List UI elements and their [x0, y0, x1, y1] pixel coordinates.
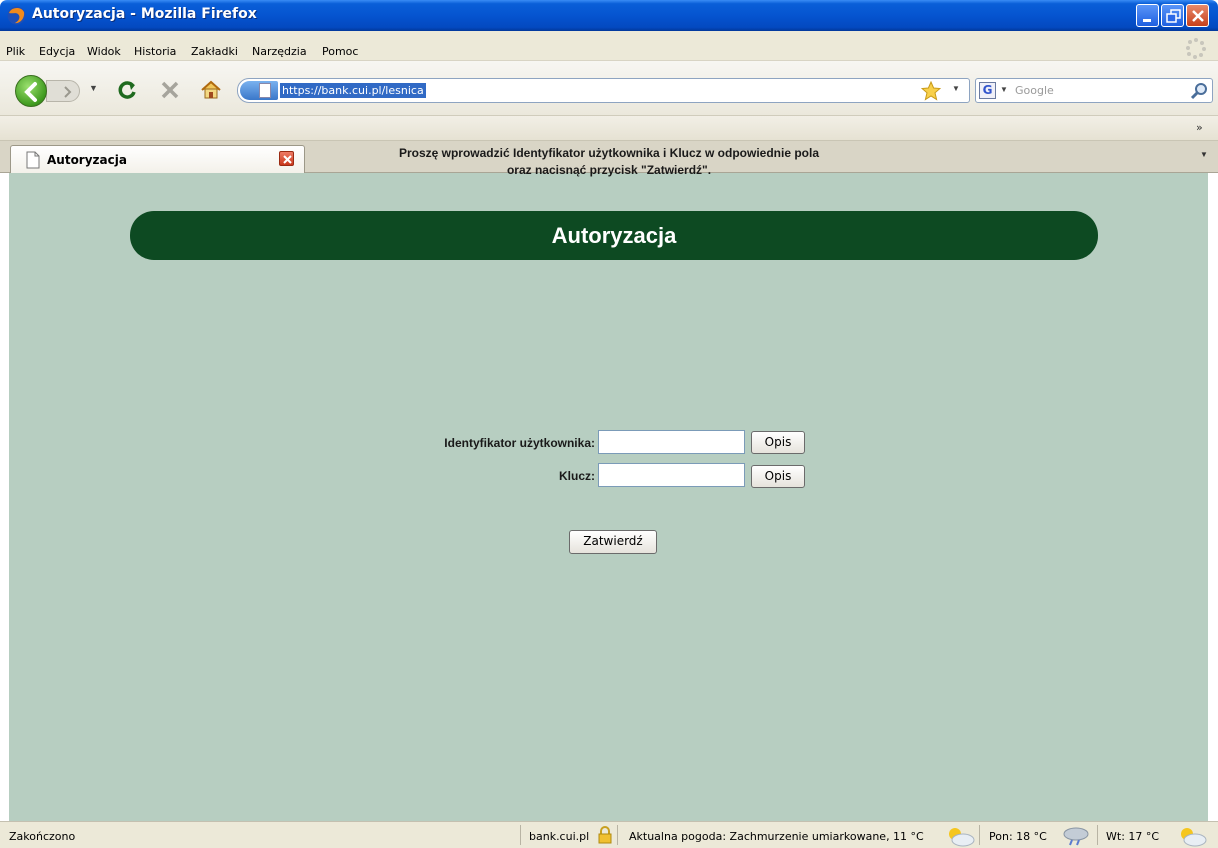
search-engine-icon[interactable]: G [979, 82, 996, 99]
menu-history[interactable]: Historia [134, 45, 176, 58]
partly-cloudy-icon [1181, 828, 1207, 847]
partly-cloudy-icon [949, 828, 975, 847]
weather-tuesday[interactable]: Wt: 17 °C [1106, 830, 1159, 843]
lock-icon[interactable] [597, 825, 613, 845]
menu-bookmarks[interactable]: Zakładki [191, 45, 238, 58]
url-dropdown-icon[interactable]: ▼ [952, 84, 960, 93]
key-label: Klucz: [559, 469, 595, 483]
search-icon[interactable] [1189, 81, 1209, 101]
back-icon [24, 82, 37, 102]
user-id-help-button[interactable]: Opis [751, 431, 805, 454]
stop-icon[interactable] [160, 80, 180, 100]
menu-bar: Plik Edycja Widok Historia Zakładki Narz… [0, 31, 1218, 61]
rain-icon [1063, 827, 1089, 846]
instruction-line-1: Proszę wprowadzić Identyfikator użytkown… [398, 146, 820, 160]
status-bar: Zakończono bank.cui.pl Aktualna pogoda: … [0, 821, 1218, 848]
weather-monday[interactable]: Pon: 18 °C [989, 830, 1047, 843]
forward-icon [64, 86, 72, 98]
menu-tools[interactable]: Narzędzia [252, 45, 307, 58]
status-separator [1097, 825, 1098, 845]
menu-view[interactable]: Widok [87, 45, 121, 58]
window-title: Autoryzacja - Mozilla Firefox [32, 6, 257, 22]
search-engine-dropdown-icon[interactable]: ▼ [1000, 85, 1008, 94]
forward-button[interactable] [46, 80, 80, 102]
maximize-icon [1166, 9, 1181, 23]
menu-help[interactable]: Pomoc [322, 45, 358, 58]
menu-edit[interactable]: Edycja [39, 45, 75, 58]
instruction-text: Proszę wprowadzić Identyfikator użytkown… [0, 145, 1218, 179]
page-banner: Autoryzacja [130, 211, 1098, 260]
search-placeholder[interactable]: Google [1015, 84, 1054, 97]
key-help-button[interactable]: Opis [751, 465, 805, 488]
minimize-icon [1143, 19, 1151, 22]
instruction-line-2: oraz nacisnąć przycisk "Zatwierdź". [506, 163, 712, 177]
status-separator [979, 825, 980, 845]
throbber-icon [1186, 38, 1206, 59]
user-id-label: Identyfikator użytkownika: [444, 436, 595, 450]
page-title: Autoryzacja [551, 223, 677, 248]
bookmark-star-icon[interactable] [921, 81, 941, 101]
status-separator [520, 825, 521, 845]
reload-icon[interactable] [116, 79, 138, 101]
menu-file[interactable]: Plik [6, 45, 25, 58]
user-id-input[interactable] [598, 430, 745, 454]
address-bar[interactable]: https://bank.cui.pl/lesnica ▼ [237, 78, 970, 103]
history-dropdown-icon[interactable]: ▼ [89, 83, 98, 93]
status-text: Zakończono [9, 830, 76, 843]
weather-current[interactable]: Aktualna pogoda: Zachmurzenie umiarkowan… [629, 830, 924, 843]
home-icon[interactable] [200, 79, 222, 101]
status-separator [617, 825, 618, 845]
window-titlebar: Autoryzacja - Mozilla Firefox [0, 0, 1218, 31]
page-icon [259, 83, 271, 98]
url-text[interactable]: https://bank.cui.pl/lesnica [280, 83, 426, 98]
key-input[interactable] [598, 463, 745, 487]
site-identity-button[interactable] [240, 81, 278, 100]
submit-button[interactable]: Zatwierdź [569, 530, 657, 554]
minimize-button[interactable] [1136, 4, 1159, 27]
firefox-icon [7, 6, 26, 25]
back-button[interactable] [15, 75, 47, 107]
maximize-button[interactable] [1161, 4, 1184, 27]
bookmarks-overflow-button[interactable]: » [1196, 121, 1203, 134]
bookmarks-toolbar: » [0, 116, 1218, 141]
close-window-button[interactable] [1186, 4, 1209, 27]
status-domain[interactable]: bank.cui.pl [529, 830, 589, 843]
close-icon [1192, 10, 1204, 22]
search-bar[interactable]: G ▼ Google [975, 78, 1213, 103]
navigation-toolbar: ▼ https://bank.cui.pl/lesnica ▼ G ▼ Goog… [0, 61, 1218, 116]
page-content: Autoryzacja [9, 173, 1208, 821]
